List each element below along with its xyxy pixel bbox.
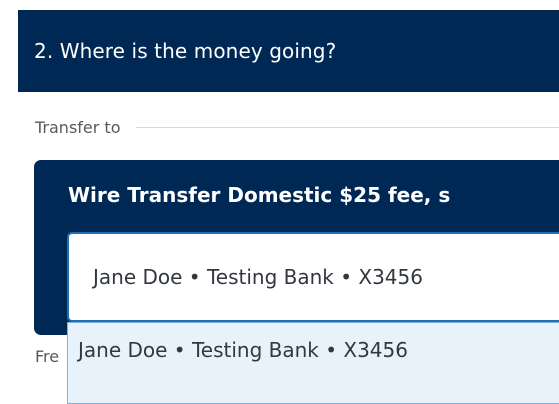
transfer-to-label: Transfer to	[35, 117, 121, 137]
dropdown-option[interactable]: Jane Doe • Testing Bank • X3456	[68, 323, 559, 377]
divider-line	[136, 126, 559, 128]
recipient-dropdown-list: Jane Doe • Testing Bank • X3456	[67, 322, 559, 404]
section-title: 2. Where is the money going?	[34, 39, 337, 63]
wire-transfer-title: Wire Transfer Domestic $25 fee, s	[68, 183, 451, 207]
transfer-to-divider: Transfer to	[35, 115, 559, 139]
next-field-label: Fre	[35, 347, 60, 366]
recipient-select-value: Jane Doe • Testing Bank • X3456	[93, 265, 423, 289]
page: 2. Where is the money going? Transfer to…	[0, 0, 559, 404]
dropdown-option-label: Jane Doe • Testing Bank • X3456	[78, 338, 408, 362]
recipient-select[interactable]: Jane Doe • Testing Bank • X3456	[67, 232, 559, 322]
section-header: 2. Where is the money going?	[18, 10, 559, 92]
